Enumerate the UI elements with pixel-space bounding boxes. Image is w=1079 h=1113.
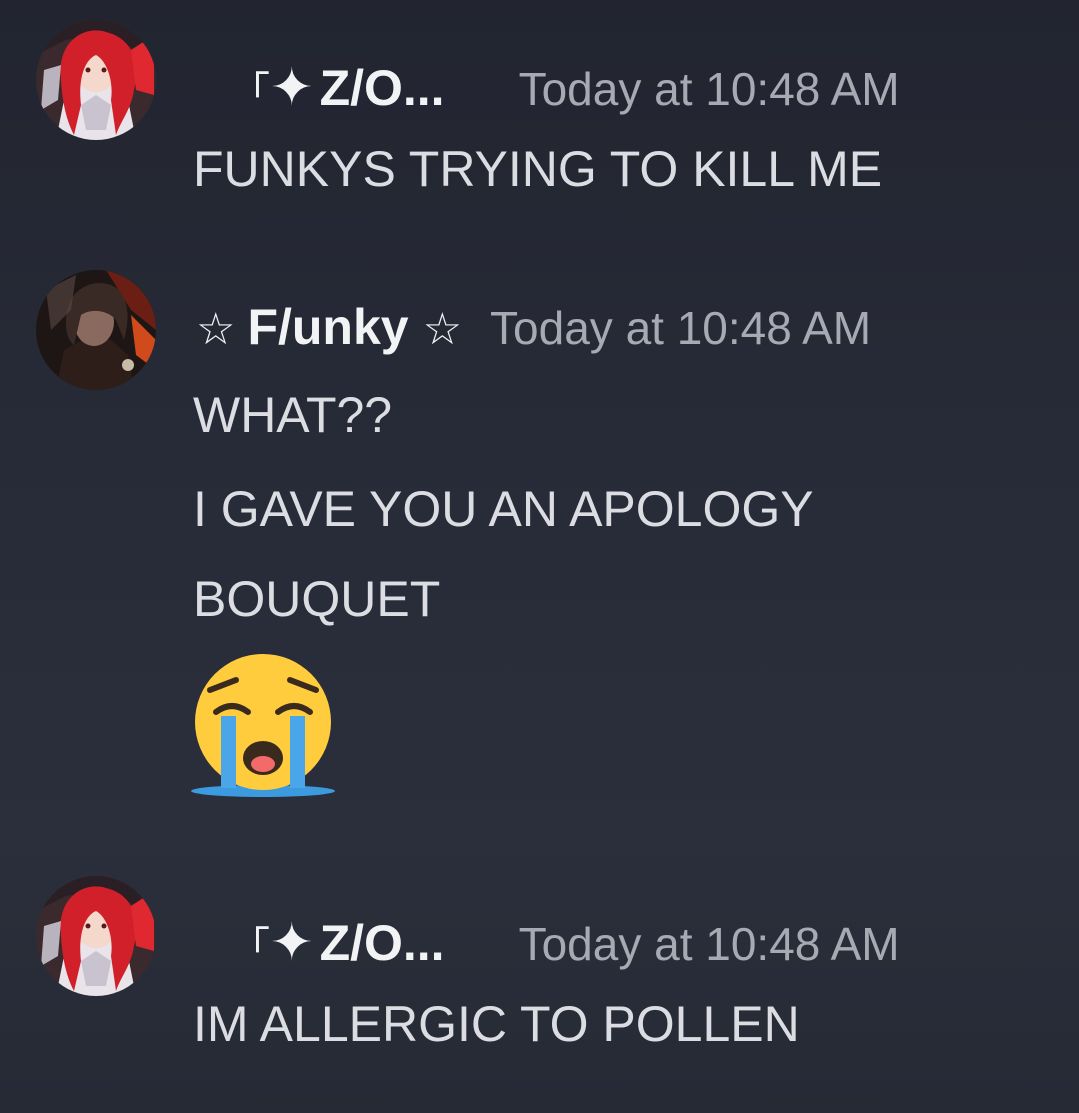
timestamp: Today at 10:48 AM xyxy=(490,302,872,354)
message-header: 「✦ Z/O... Today at 10:48 AM xyxy=(196,913,900,973)
message-text: WHAT?? xyxy=(193,387,393,443)
sparkle-icon: ✦ xyxy=(270,913,314,973)
message-text: BOUQUET xyxy=(193,571,441,627)
red-haired-character-avatar-icon[interactable] xyxy=(36,20,156,140)
message-header: 「✦ Z/O... Today at 10:48 AM xyxy=(196,58,900,118)
timestamp: Today at 10:48 AM xyxy=(518,63,900,115)
sparkle-icon: ✦ xyxy=(270,58,314,118)
message-text: FUNKYS TRYING TO KILL ME xyxy=(193,141,883,197)
star-outline-icon: ☆ xyxy=(422,304,463,355)
chat-message-list[interactable]: 「✦ Z/O... Today at 10:48 AM FUNKYS TRYING… xyxy=(0,0,1079,1113)
message-text: IM ALLERGIC TO POLLEN xyxy=(193,996,800,1052)
timestamp: Today at 10:48 AM xyxy=(518,918,900,970)
username[interactable]: ☆ F/unky ☆ xyxy=(196,298,462,356)
username[interactable]: 「✦ Z/O... xyxy=(196,58,445,118)
star-outline-icon: ☆ xyxy=(196,304,236,355)
username[interactable]: 「✦ Z/O... xyxy=(196,913,445,973)
red-haired-character-avatar-icon[interactable] xyxy=(36,876,156,996)
message-text: I GAVE YOU AN APOLOGY xyxy=(193,481,814,537)
loudly-crying-face-icon[interactable] xyxy=(188,650,338,800)
dark-haired-character-avatar-icon[interactable] xyxy=(36,270,156,390)
message-header: ☆ F/unky ☆ Today at 10:48 AM xyxy=(196,298,871,356)
